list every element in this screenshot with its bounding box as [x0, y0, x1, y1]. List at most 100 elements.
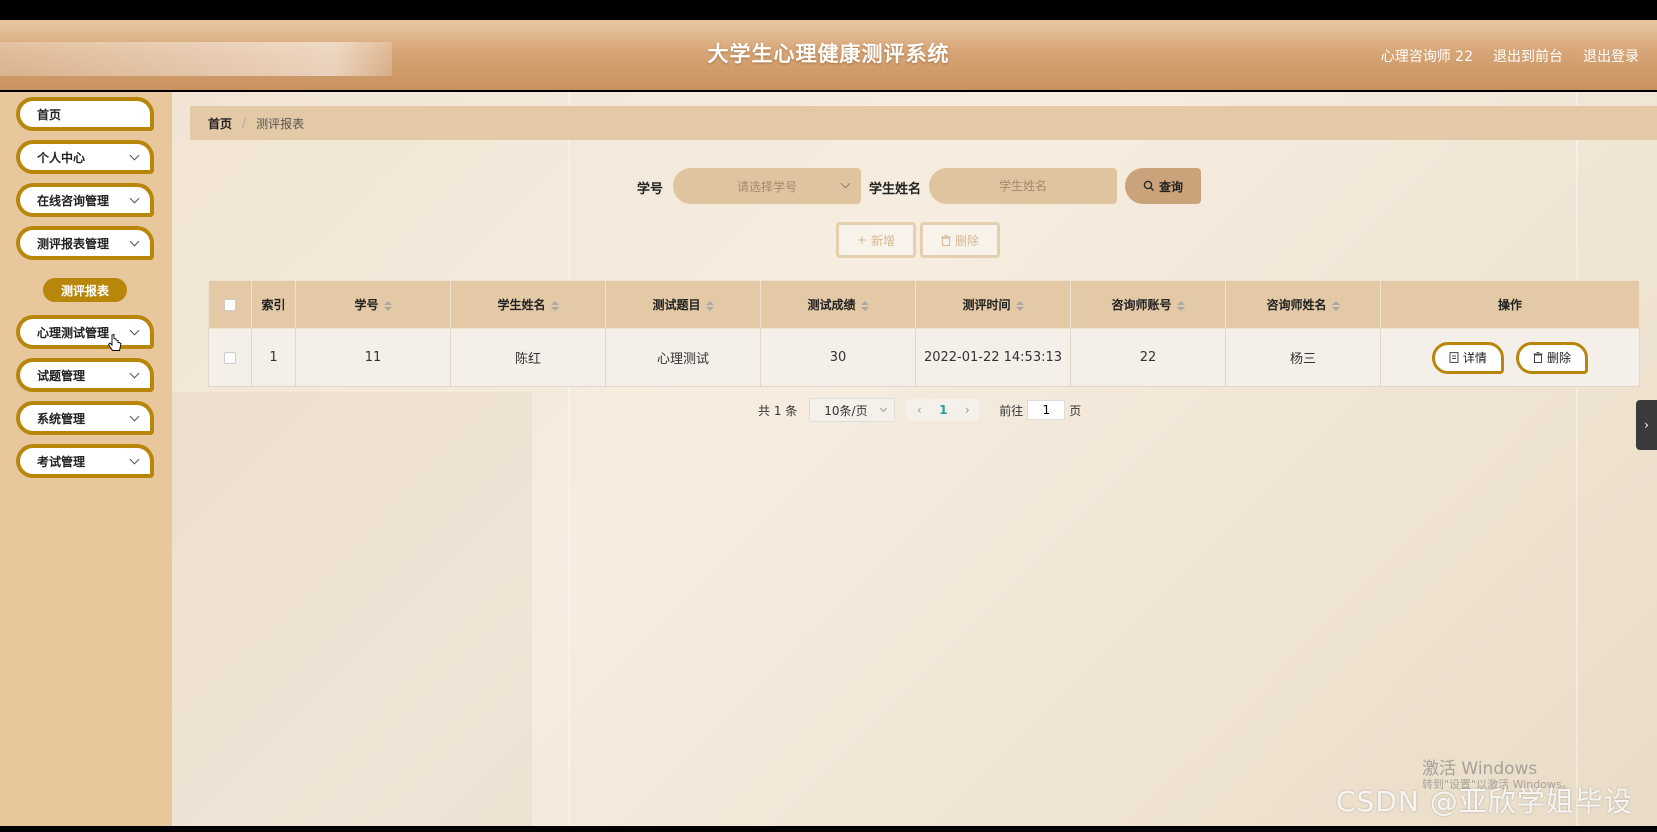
- detail-button[interactable]: 详情: [1431, 341, 1504, 374]
- trash-icon: [1533, 352, 1543, 363]
- column-header-test-topic[interactable]: 测试题目: [605, 280, 761, 329]
- document-icon: [1449, 352, 1459, 363]
- row-checkbox-cell: [208, 328, 252, 387]
- goto-label: 前往: [999, 403, 1024, 418]
- select-all-checkbox[interactable]: [224, 299, 236, 311]
- side-panel-toggle[interactable]: ›: [1636, 400, 1657, 450]
- sidebar-item-report-management[interactable]: 测评报表管理: [16, 226, 154, 260]
- breadcrumb-separator: /: [242, 116, 247, 130]
- row-checkbox[interactable]: [224, 351, 236, 364]
- sidebar-item-label: 试题管理: [37, 368, 86, 383]
- column-header-label: 咨询师姓名: [1266, 298, 1327, 312]
- app-header: 大学生心理健康测评系统 心理咨询师 22 退出到前台 退出登录: [0, 20, 1657, 90]
- sidebar-item-home[interactable]: 首页: [16, 97, 154, 131]
- breadcrumb-home[interactable]: 首页: [208, 115, 232, 132]
- batch-delete-button[interactable]: 删除: [920, 222, 1000, 258]
- cell-index: 1: [251, 328, 296, 387]
- sidebar-item-question-management[interactable]: 试题管理: [16, 358, 154, 392]
- main-content: 首页 / 测评报表 学号 请选择学号 学生姓名 查询 + 新增 删除 索引: [172, 92, 1657, 826]
- sidebar-item-exam[interactable]: 考试管理: [16, 444, 154, 478]
- sidebar-item-label: 考试管理: [37, 454, 86, 469]
- column-header-time[interactable]: 测评时间: [915, 280, 1071, 329]
- sidebar-item-label: 测评报表管理: [37, 236, 110, 251]
- background-decoration: [172, 392, 532, 826]
- sidebar: 首页 个人中心 在线咨询管理 测评报表管理 测评报表 心理测试管理 试题管理 系…: [0, 92, 172, 826]
- column-header-actions: 操作: [1380, 280, 1640, 329]
- sidebar-item-online-consult[interactable]: 在线咨询管理: [16, 183, 154, 217]
- sidebar-item-psych-test[interactable]: 心理测试管理: [16, 315, 154, 349]
- chevron-down-icon: [840, 178, 851, 189]
- sidebar-item-personal-center[interactable]: 个人中心: [16, 140, 154, 174]
- student-name-input[interactable]: [929, 168, 1117, 204]
- student-id-select[interactable]: 请选择学号: [673, 168, 861, 204]
- page-suffix: 页: [1069, 403, 1082, 418]
- row-delete-label: 删除: [1547, 351, 1572, 365]
- cell-student-id: 11: [295, 328, 451, 387]
- column-header-label: 学生姓名: [497, 298, 546, 312]
- column-header-label: 测试成绩: [807, 298, 856, 312]
- sidebar-item-system[interactable]: 系统管理: [16, 401, 154, 435]
- breadcrumb-current: 测评报表: [256, 116, 305, 131]
- chevron-down-icon: [129, 454, 140, 465]
- column-header-label: 学号: [354, 298, 379, 312]
- back-to-front-link[interactable]: 退出到前台: [1493, 46, 1563, 66]
- column-header-student-id[interactable]: 学号: [295, 280, 451, 329]
- search-icon: [1143, 180, 1154, 191]
- column-header-label: 测评时间: [962, 298, 1011, 312]
- row-delete-button[interactable]: 删除: [1516, 341, 1589, 374]
- breadcrumb: 首页 / 测评报表: [190, 106, 1657, 140]
- sort-icon[interactable]: [1331, 300, 1340, 311]
- total-count: 共 1 条: [758, 403, 798, 418]
- pagination: 共 1 条 10条/页 ‹ 1 › 前往 页: [758, 398, 1081, 422]
- prev-page-icon[interactable]: ‹: [907, 399, 932, 421]
- column-header-counselor-name[interactable]: 咨询师姓名: [1225, 280, 1381, 329]
- table-header-row: 索引 学号 学生姓名 测试题目 测试成绩 测评时间 咨询师账号 咨询师姓名 操作: [208, 280, 1640, 329]
- sidebar-item-label: 首页: [37, 107, 62, 122]
- cell-counselor-account: 22: [1070, 328, 1226, 387]
- chevron-down-icon: [129, 368, 140, 379]
- column-header-label: 咨询师账号: [1111, 298, 1172, 312]
- column-header-score[interactable]: 测试成绩: [760, 280, 916, 329]
- sidebar-item-label: 个人中心: [37, 150, 86, 165]
- plus-icon: +: [856, 233, 868, 247]
- csdn-watermark: CSDN @亚欣学姐毕设: [1336, 785, 1633, 818]
- cell-counselor-name: 杨三: [1225, 328, 1381, 387]
- cell-score: 30: [760, 328, 916, 387]
- hand-cursor-icon: [108, 334, 122, 351]
- student-name-label: 学生姓名: [869, 182, 922, 197]
- column-header-index: 索引: [251, 280, 296, 329]
- trash-icon: [941, 234, 951, 246]
- header-actions: 心理咨询师 22 退出到前台 退出登录: [1381, 46, 1639, 66]
- goto-page-input[interactable]: [1027, 400, 1066, 420]
- sidebar-item-label: 心理测试管理: [37, 325, 110, 340]
- page-number[interactable]: 1: [931, 399, 956, 421]
- query-button[interactable]: 查询: [1125, 168, 1201, 204]
- cell-student-name: 陈红: [450, 328, 606, 387]
- sidebar-subitem-report[interactable]: 测评报表: [43, 278, 127, 302]
- page-size-select[interactable]: 10条/页: [809, 398, 896, 422]
- sort-icon[interactable]: [705, 300, 714, 311]
- chevron-down-icon: [129, 150, 140, 161]
- current-user: 心理咨询师 22: [1380, 49, 1473, 65]
- page-jump: 前往 页: [999, 400, 1081, 420]
- chevron-right-icon: ›: [1644, 418, 1649, 432]
- sidebar-item-label: 在线咨询管理: [37, 193, 110, 208]
- sort-icon[interactable]: [860, 300, 869, 311]
- sort-icon[interactable]: [383, 300, 392, 311]
- chevron-down-icon: [880, 404, 888, 413]
- select-all-cell: [208, 280, 252, 329]
- sort-icon[interactable]: [1176, 300, 1185, 311]
- query-label: 查询: [1158, 179, 1183, 194]
- sort-icon[interactable]: [1015, 300, 1024, 311]
- column-header-counselor-account[interactable]: 咨询师账号: [1070, 280, 1226, 329]
- add-button[interactable]: + 新增: [836, 222, 916, 258]
- chevron-down-icon: [129, 411, 140, 422]
- column-header-label: 测试题目: [652, 298, 701, 312]
- sort-icon[interactable]: [550, 300, 559, 311]
- logout-link[interactable]: 退出登录: [1583, 46, 1639, 66]
- sidebar-item-label: 系统管理: [37, 411, 86, 426]
- detail-label: 详情: [1462, 351, 1487, 365]
- chevron-down-icon: [129, 193, 140, 204]
- next-page-icon[interactable]: ›: [955, 399, 980, 421]
- column-header-student-name[interactable]: 学生姓名: [450, 280, 606, 329]
